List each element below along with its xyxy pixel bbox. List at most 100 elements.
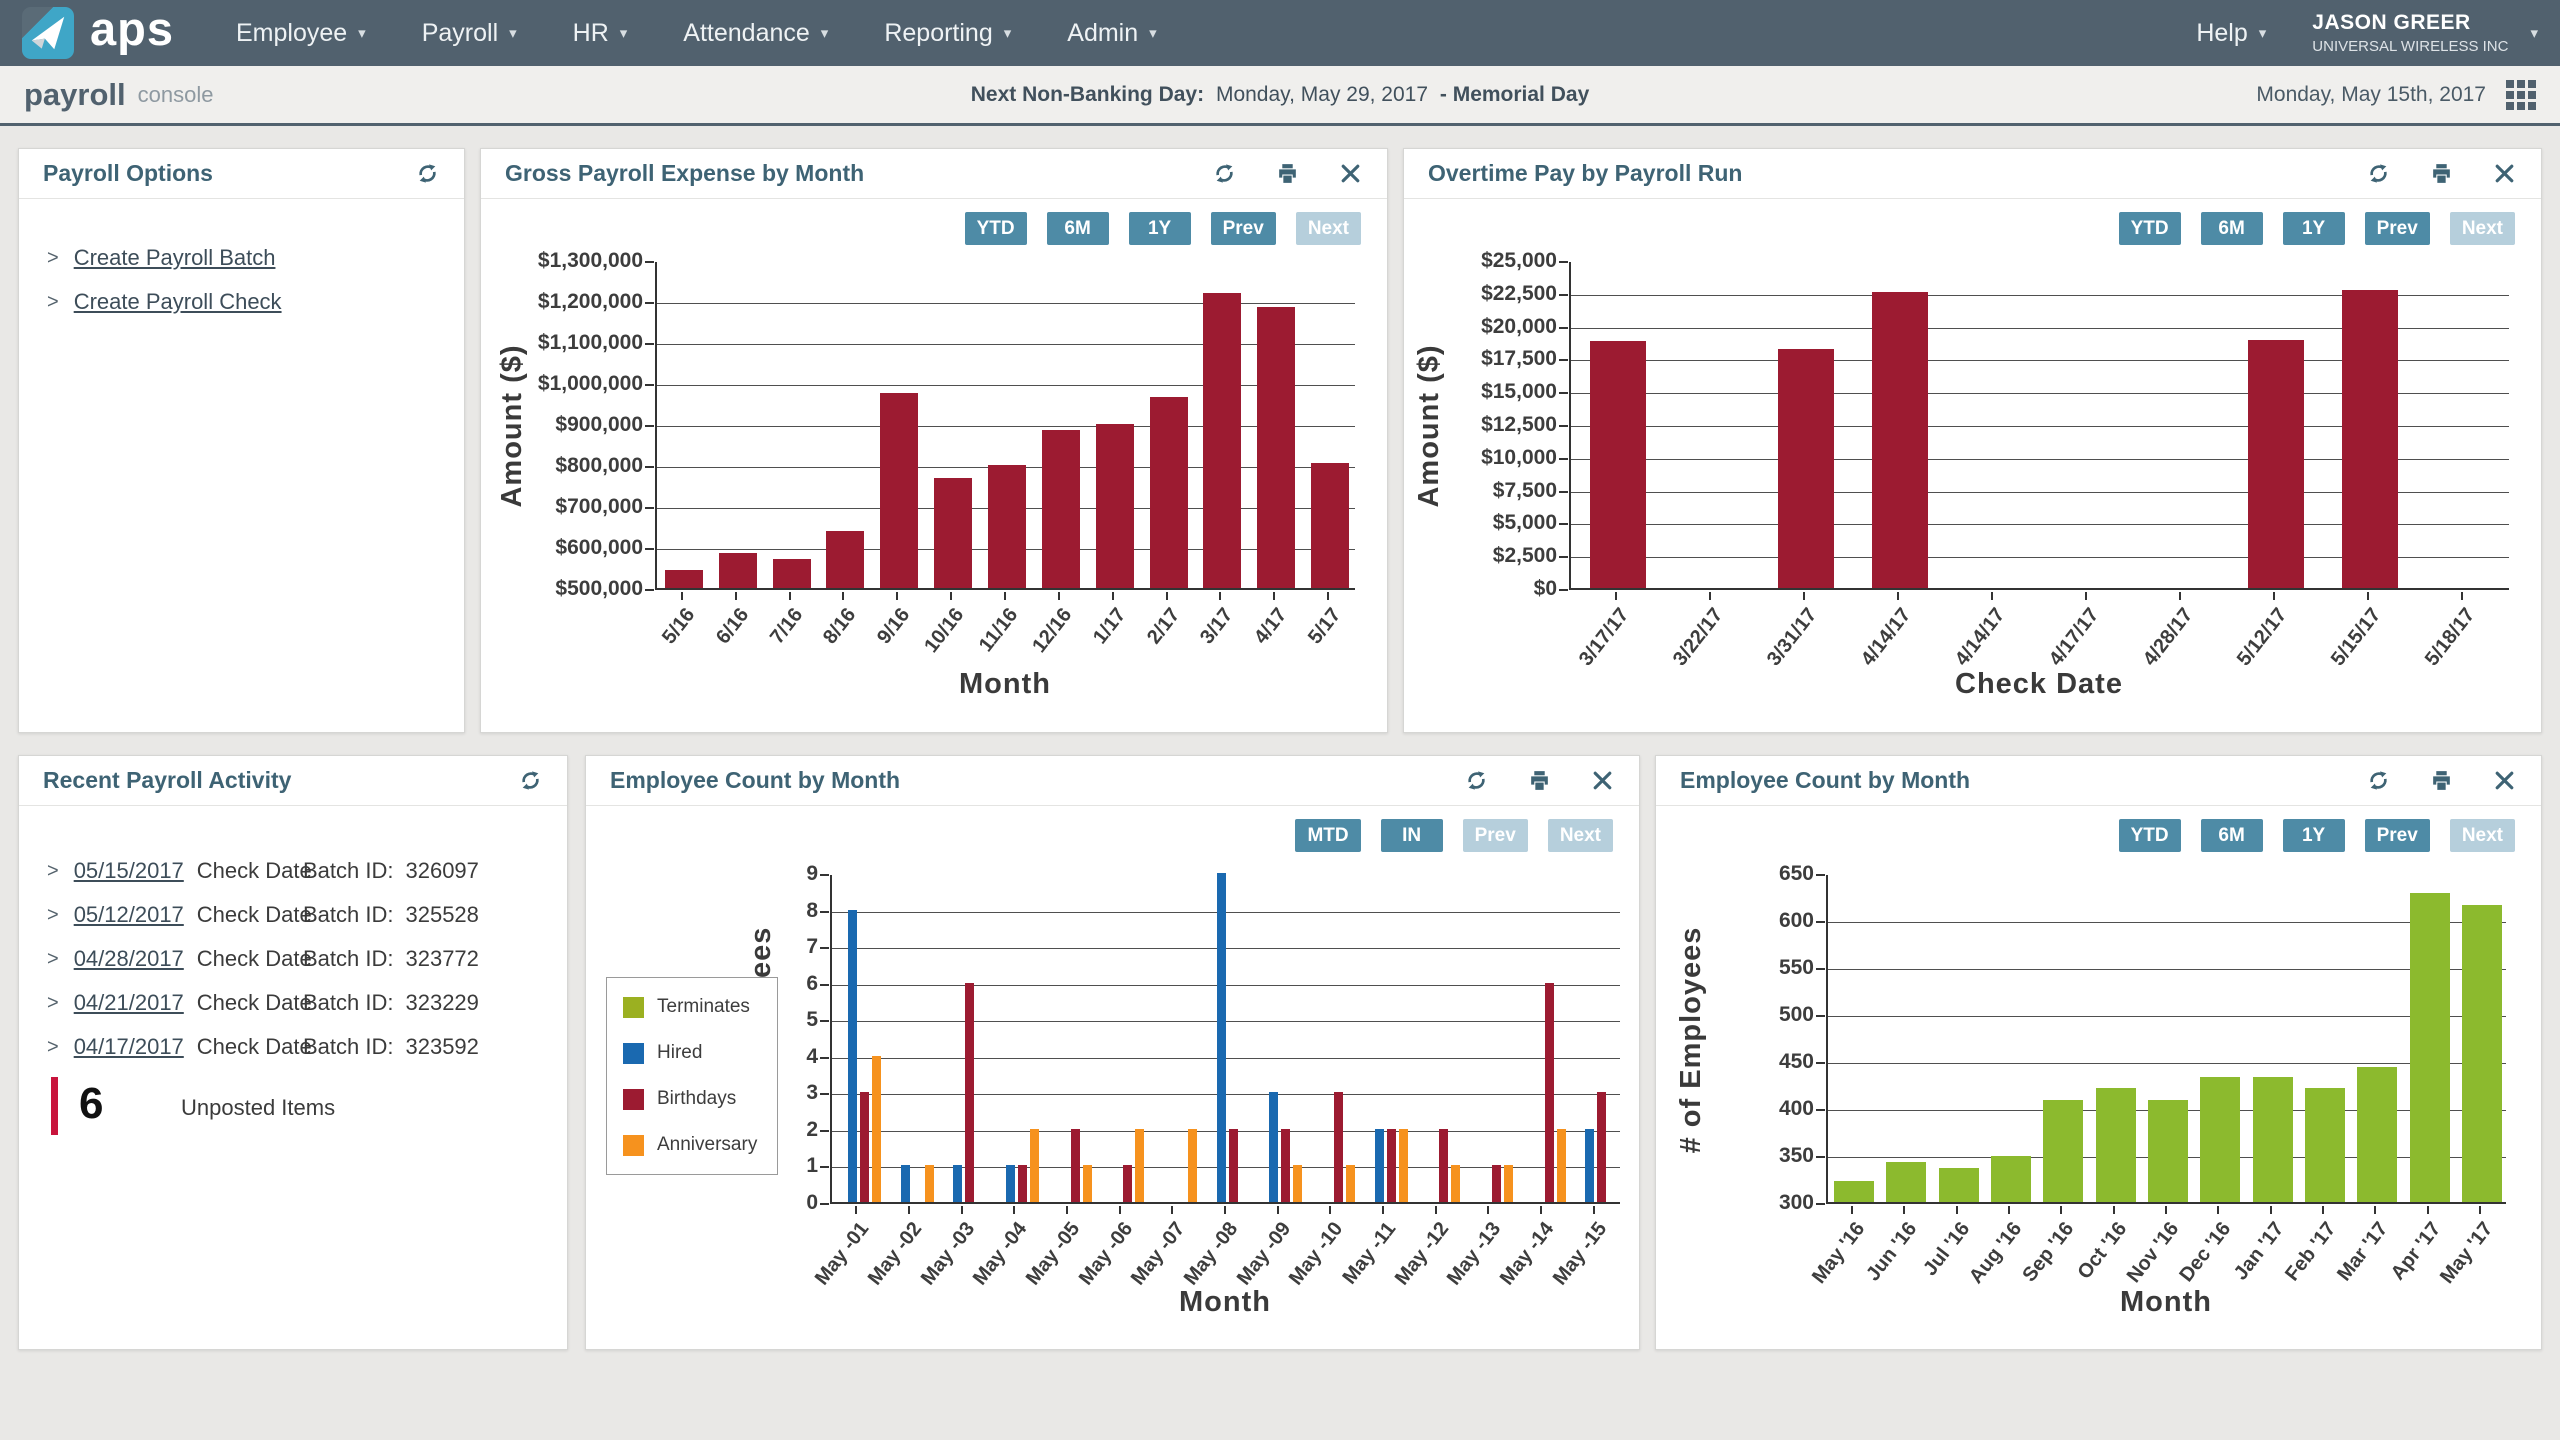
chart-bar bbox=[2253, 1077, 2293, 1202]
menu-payroll[interactable]: Payroll▾ bbox=[422, 19, 517, 48]
menu-label: Attendance bbox=[683, 19, 810, 48]
range-button-ytd[interactable]: YTD bbox=[2119, 819, 2181, 852]
gridline bbox=[657, 385, 1355, 386]
x-tick-mark bbox=[2179, 592, 2181, 600]
range-button-prev[interactable]: Prev bbox=[2365, 212, 2430, 245]
range-button-1y[interactable]: 1Y bbox=[1129, 212, 1191, 245]
range-button-6m[interactable]: 6M bbox=[2201, 212, 2263, 245]
chart-bar bbox=[1042, 430, 1080, 588]
link-create-payroll-check[interactable]: Create Payroll Check bbox=[74, 289, 282, 315]
help-menu[interactable]: Help ▾ bbox=[2196, 19, 2266, 48]
batch-info: Batch ID:323229 bbox=[303, 990, 479, 1016]
chart-bar bbox=[1991, 1156, 2031, 1202]
x-tick-mark bbox=[789, 592, 791, 600]
range-button-ytd[interactable]: YTD bbox=[2119, 212, 2181, 245]
range-button-1y[interactable]: 1Y bbox=[2283, 212, 2345, 245]
check-date-label: Check Date bbox=[197, 858, 312, 884]
print-icon[interactable] bbox=[1527, 768, 1552, 793]
chart-bar bbox=[1886, 1162, 1926, 1202]
panel-employee-count-monthly: Employee Count by Month YTD6M1YPrevNext … bbox=[1655, 755, 2542, 1350]
y-tick-mark bbox=[1559, 359, 1568, 361]
range-button-next[interactable]: Next bbox=[2450, 819, 2515, 852]
x-tick-mark bbox=[1066, 1206, 1068, 1214]
batch-info: Batch ID:323592 bbox=[303, 1034, 479, 1060]
refresh-icon[interactable] bbox=[415, 161, 440, 186]
chart-bar bbox=[1096, 424, 1134, 588]
range-button-next[interactable]: Next bbox=[1296, 212, 1361, 245]
close-icon[interactable] bbox=[2492, 768, 2517, 793]
x-tick-mark bbox=[1166, 592, 1168, 600]
chart-bar bbox=[719, 553, 757, 588]
dashboard-grid-icon[interactable] bbox=[2506, 80, 2536, 110]
refresh-icon[interactable] bbox=[2366, 768, 2391, 793]
range-button-mtd[interactable]: MTD bbox=[1295, 819, 1360, 852]
x-tick-mark bbox=[2085, 592, 2087, 600]
close-icon[interactable] bbox=[1590, 768, 1615, 793]
gridline bbox=[657, 426, 1355, 427]
range-button-ytd[interactable]: YTD bbox=[965, 212, 1027, 245]
x-tick-mark bbox=[2113, 1206, 2115, 1214]
range-buttons: MTD IN Prev Next bbox=[1295, 819, 1613, 852]
chevron-down-icon: ▾ bbox=[358, 24, 366, 42]
range-button-prev[interactable]: Prev bbox=[2365, 819, 2430, 852]
refresh-icon[interactable] bbox=[1212, 161, 1237, 186]
legend-item-birthdays: Birthdays bbox=[623, 1088, 757, 1110]
batch-id-label: Batch ID: bbox=[303, 946, 393, 971]
activity-date-link[interactable]: 05/15/2017 bbox=[74, 858, 184, 884]
refresh-icon[interactable] bbox=[518, 768, 543, 793]
chart-bar bbox=[1834, 1181, 1874, 1202]
print-icon[interactable] bbox=[2429, 161, 2454, 186]
activity-date-link[interactable]: 04/17/2017 bbox=[74, 1034, 184, 1060]
range-button-1y[interactable]: 1Y bbox=[2283, 819, 2345, 852]
close-icon[interactable] bbox=[1338, 161, 1363, 186]
refresh-icon[interactable] bbox=[2366, 161, 2391, 186]
batch-info: Batch ID:325528 bbox=[303, 902, 479, 928]
x-tick-mark bbox=[1327, 592, 1329, 600]
menu-attendance[interactable]: Attendance▾ bbox=[683, 19, 828, 48]
legend-item-anniversary: Anniversary bbox=[623, 1134, 757, 1156]
range-button-next[interactable]: Next bbox=[2450, 212, 2515, 245]
y-tick-mark bbox=[645, 425, 654, 427]
menu-admin[interactable]: Admin▾ bbox=[1067, 19, 1156, 48]
range-button-prev[interactable]: Prev bbox=[1463, 819, 1528, 852]
chart-bar bbox=[1545, 983, 1554, 1202]
legend-label: Anniversary bbox=[657, 1134, 757, 1156]
menu-employee[interactable]: Employee▾ bbox=[236, 19, 366, 48]
x-tick-mark bbox=[1277, 1206, 1279, 1214]
panel-title: Recent Payroll Activity bbox=[43, 767, 291, 794]
refresh-icon[interactable] bbox=[1464, 768, 1489, 793]
x-tick-mark bbox=[1991, 592, 1993, 600]
range-button-6m[interactable]: 6M bbox=[2201, 819, 2263, 852]
y-tick-mark bbox=[645, 384, 654, 386]
x-tick-mark bbox=[1224, 1206, 1226, 1214]
range-button-in[interactable]: IN bbox=[1381, 819, 1443, 852]
banner-label: Next Non-Banking Day: bbox=[971, 83, 1204, 106]
x-tick-mark bbox=[2479, 1206, 2481, 1214]
aps-logo[interactable]: aps bbox=[22, 7, 174, 59]
chart-bar bbox=[2096, 1088, 2136, 1202]
main-menu: Employee▾Payroll▾HR▾Attendance▾Reporting… bbox=[236, 19, 1157, 48]
close-icon[interactable] bbox=[2492, 161, 2517, 186]
print-icon[interactable] bbox=[1275, 161, 1300, 186]
y-tick-mark bbox=[1816, 921, 1825, 923]
x-tick-mark bbox=[2270, 1206, 2272, 1214]
y-tick-mark bbox=[1816, 1109, 1825, 1111]
x-axis-title: Month bbox=[805, 668, 1205, 701]
unposted-accent-bar bbox=[51, 1077, 58, 1135]
legend-swatch bbox=[623, 1043, 644, 1064]
link-create-payroll-batch[interactable]: Create Payroll Batch bbox=[74, 245, 276, 271]
chart-bar bbox=[2200, 1077, 2240, 1202]
x-tick-mark bbox=[1382, 1206, 1384, 1214]
range-button-next[interactable]: Next bbox=[1548, 819, 1613, 852]
activity-date-link[interactable]: 05/12/2017 bbox=[74, 902, 184, 928]
range-button-6m[interactable]: 6M bbox=[1047, 212, 1109, 245]
menu-reporting[interactable]: Reporting▾ bbox=[884, 19, 1011, 48]
print-icon[interactable] bbox=[2429, 768, 2454, 793]
user-menu[interactable]: JASON GREER UNIVERSAL WIRELESS INC ▾ bbox=[2312, 11, 2538, 55]
menu-hr[interactable]: HR▾ bbox=[573, 19, 628, 48]
range-button-prev[interactable]: Prev bbox=[1211, 212, 1276, 245]
x-tick-mark bbox=[1593, 1206, 1595, 1214]
activity-date-link[interactable]: 04/21/2017 bbox=[74, 990, 184, 1016]
activity-date-link[interactable]: 04/28/2017 bbox=[74, 946, 184, 972]
x-tick-mark bbox=[908, 1206, 910, 1214]
